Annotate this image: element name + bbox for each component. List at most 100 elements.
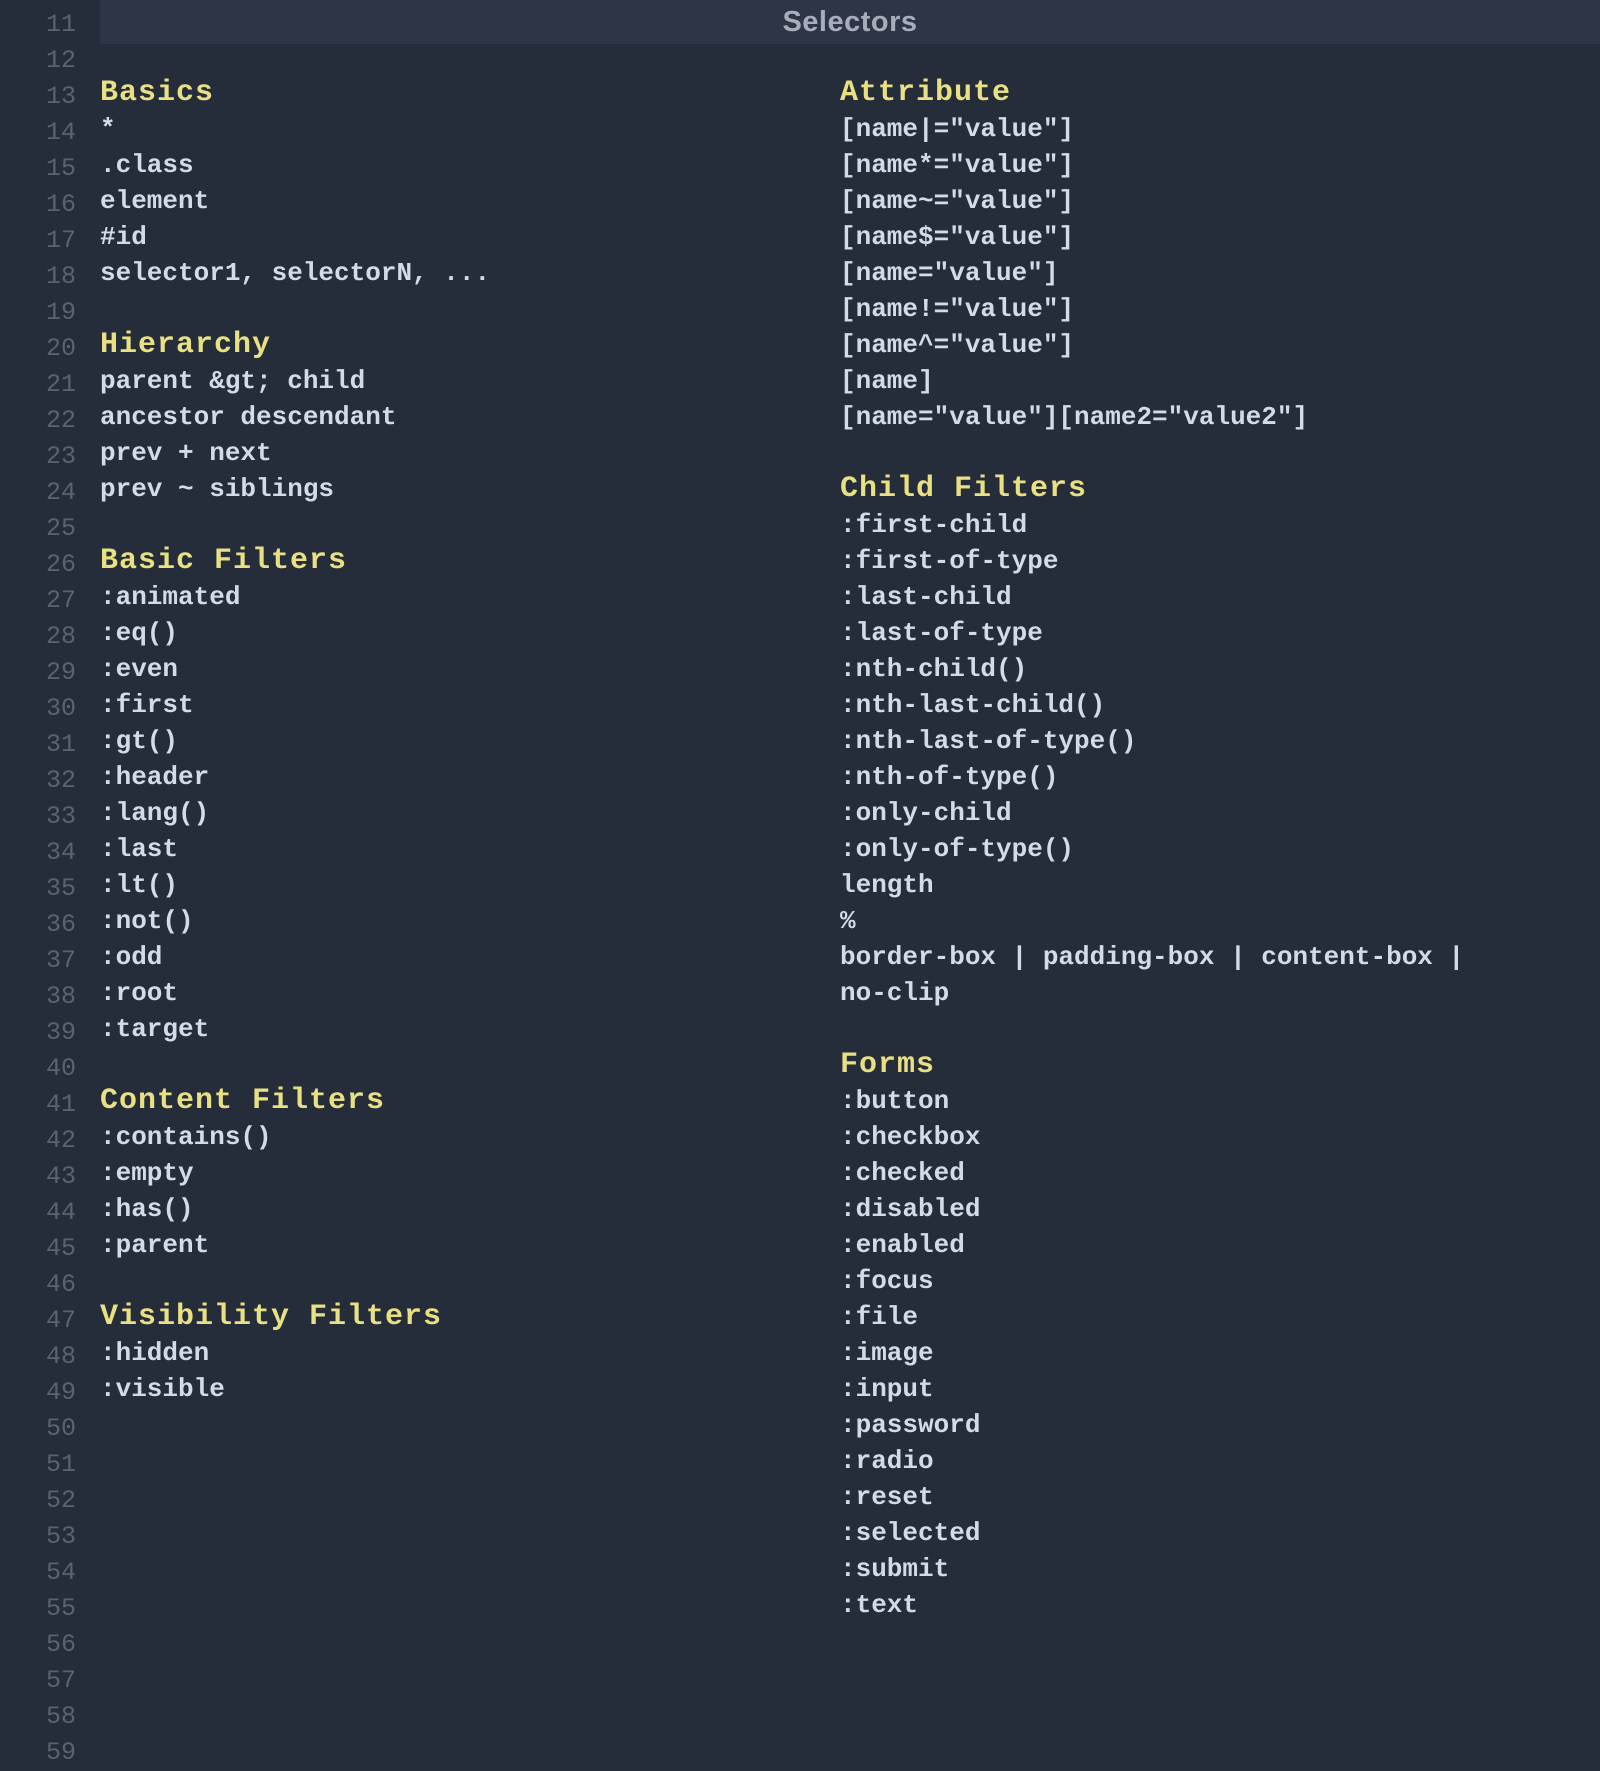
list-item: :button — [840, 1083, 1600, 1119]
list-item: :visible — [100, 1371, 840, 1407]
list-item: :gt() — [100, 723, 840, 759]
list-item: :root — [100, 975, 840, 1011]
line-number: 49 — [0, 1375, 76, 1411]
section: Hierarchyparent &gt; childancestor desce… — [100, 327, 840, 507]
list-item: :disabled — [840, 1191, 1600, 1227]
list-item: % — [840, 903, 1600, 939]
section-heading: Child Filters — [840, 471, 1600, 507]
section: Forms:button:checkbox:checked:disabled:e… — [840, 1047, 1600, 1623]
list-item: :eq() — [100, 615, 840, 651]
list-item: :submit — [840, 1551, 1600, 1587]
list-item: :animated — [100, 579, 840, 615]
list-item: .class — [100, 147, 840, 183]
list-item: :last-child — [840, 579, 1600, 615]
line-number: 47 — [0, 1303, 76, 1339]
line-number: 41 — [0, 1087, 76, 1123]
list-item: prev ~ siblings — [100, 471, 840, 507]
list-item: ancestor descendant — [100, 399, 840, 435]
list-item: :only-child — [840, 795, 1600, 831]
list-item: :hidden — [100, 1335, 840, 1371]
list-item: :radio — [840, 1443, 1600, 1479]
line-number: 25 — [0, 511, 76, 547]
list-item: [name!="value"] — [840, 291, 1600, 327]
section: Attribute[name|="value"][name*="value"][… — [840, 75, 1600, 435]
section-heading: Basics — [100, 75, 840, 111]
line-number: 50 — [0, 1411, 76, 1447]
list-item: :checked — [840, 1155, 1600, 1191]
section-heading: Attribute — [840, 75, 1600, 111]
list-item: :password — [840, 1407, 1600, 1443]
line-number: 43 — [0, 1159, 76, 1195]
line-number: 16 — [0, 187, 76, 223]
list-item: no-clip — [840, 975, 1600, 1011]
line-number: 32 — [0, 763, 76, 799]
line-number: 42 — [0, 1123, 76, 1159]
line-number: 58 — [0, 1699, 76, 1735]
list-item: :lang() — [100, 795, 840, 831]
line-number: 55 — [0, 1591, 76, 1627]
section: Basic Filters:animated:eq():even:first:g… — [100, 543, 840, 1047]
list-item: :first — [100, 687, 840, 723]
list-item: [name="value"][name2="value2"] — [840, 399, 1600, 435]
line-number: 26 — [0, 547, 76, 583]
list-item: [name$="value"] — [840, 219, 1600, 255]
section-heading: Content Filters — [100, 1083, 840, 1119]
list-item: :nth-child() — [840, 651, 1600, 687]
section-heading: Forms — [840, 1047, 1600, 1083]
list-item: :last-of-type — [840, 615, 1600, 651]
list-item: :nth-last-of-type() — [840, 723, 1600, 759]
list-item: [name="value"] — [840, 255, 1600, 291]
section-heading: Basic Filters — [100, 543, 840, 579]
line-number: 38 — [0, 979, 76, 1015]
list-item: :checkbox — [840, 1119, 1600, 1155]
line-number: 20 — [0, 331, 76, 367]
line-number: 27 — [0, 583, 76, 619]
section: Content Filters:contains():empty:has():p… — [100, 1083, 840, 1263]
line-number: 21 — [0, 367, 76, 403]
line-number: 13 — [0, 79, 76, 115]
list-item: :first-child — [840, 507, 1600, 543]
section: Basics*.classelement#idselector1, select… — [100, 75, 840, 291]
list-item: :contains() — [100, 1119, 840, 1155]
line-number: 19 — [0, 295, 76, 331]
line-number: 17 — [0, 223, 76, 259]
list-item: selector1, selectorN, ... — [100, 255, 840, 291]
column-left: Basics*.classelement#idselector1, select… — [100, 75, 840, 1623]
line-number: 18 — [0, 259, 76, 295]
line-number: 59 — [0, 1735, 76, 1771]
list-item: element — [100, 183, 840, 219]
section: Visibility Filters:hidden:visible — [100, 1299, 840, 1407]
list-item: :last — [100, 831, 840, 867]
list-item: :has() — [100, 1191, 840, 1227]
list-item: :empty — [100, 1155, 840, 1191]
line-number: 36 — [0, 907, 76, 943]
line-number: 45 — [0, 1231, 76, 1267]
section-heading: Visibility Filters — [100, 1299, 840, 1335]
list-item: :first-of-type — [840, 543, 1600, 579]
line-number: 22 — [0, 403, 76, 439]
line-number: 39 — [0, 1015, 76, 1051]
list-item: :header — [100, 759, 840, 795]
section-heading: Hierarchy — [100, 327, 840, 363]
list-item: [name|="value"] — [840, 111, 1600, 147]
line-number: 46 — [0, 1267, 76, 1303]
list-item: #id — [100, 219, 840, 255]
line-number: 28 — [0, 619, 76, 655]
list-item: :focus — [840, 1263, 1600, 1299]
list-item: prev + next — [100, 435, 840, 471]
list-item: :not() — [100, 903, 840, 939]
line-number-gutter: 1112131415161718192021222324252627282930… — [0, 0, 100, 1771]
line-number: 37 — [0, 943, 76, 979]
list-item: :parent — [100, 1227, 840, 1263]
list-item: :nth-last-child() — [840, 687, 1600, 723]
line-number: 15 — [0, 151, 76, 187]
list-item: :lt() — [100, 867, 840, 903]
list-item: [name^="value"] — [840, 327, 1600, 363]
line-number: 31 — [0, 727, 76, 763]
line-number: 57 — [0, 1663, 76, 1699]
line-number: 40 — [0, 1051, 76, 1087]
line-number: 35 — [0, 871, 76, 907]
line-number: 11 — [0, 7, 76, 43]
line-number: 44 — [0, 1195, 76, 1231]
list-item: :input — [840, 1371, 1600, 1407]
